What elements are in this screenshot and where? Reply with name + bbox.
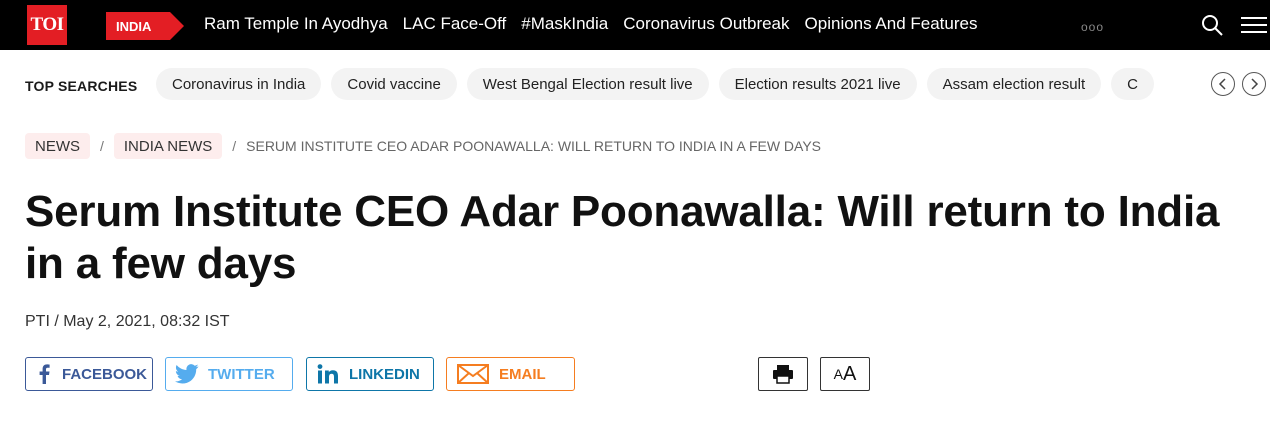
top-search-pill[interactable]: C <box>1111 68 1154 100</box>
toi-logo[interactable]: TOI <box>27 5 67 45</box>
linkedin-share-button[interactable]: LINKEDIN <box>306 357 434 391</box>
nav-links: Ram Temple In Ayodhya LAC Face-Off #Mask… <box>204 14 992 34</box>
top-nav: TOI INDIA Ram Temple In Ayodhya LAC Face… <box>0 0 1270 50</box>
more-nav-icon[interactable]: ooo <box>1081 20 1104 34</box>
font-size-button[interactable]: A A <box>820 357 870 391</box>
breadcrumb-india-news[interactable]: INDIA NEWS <box>113 133 223 159</box>
twitter-label: TWITTER <box>208 365 275 383</box>
chevron-left-icon <box>1218 78 1226 90</box>
scroll-left-button[interactable] <box>1211 72 1235 96</box>
nav-link-ram-temple[interactable]: Ram Temple In Ayodhya <box>204 14 388 34</box>
top-searches-label: TOP SEARCHES <box>25 78 138 94</box>
nav-link-lac-faceoff[interactable]: LAC Face-Off <box>403 14 507 34</box>
top-search-pill[interactable]: Coronavirus in India <box>156 68 322 100</box>
top-search-pill[interactable]: Covid vaccine <box>331 68 457 100</box>
facebook-label: FACEBOOK <box>62 365 148 383</box>
breadcrumb: NEWS / INDIA NEWS / SERUM INSTITUTE CEO … <box>25 133 821 159</box>
print-button[interactable] <box>758 357 808 391</box>
article-byline: PTI / May 2, 2021, 08:32 IST <box>25 313 230 330</box>
search-icon[interactable] <box>1200 13 1224 37</box>
font-size-small-label: A <box>833 366 843 382</box>
breadcrumb-news[interactable]: NEWS <box>25 133 90 159</box>
edition-tag[interactable]: INDIA <box>106 12 184 40</box>
email-icon <box>447 364 499 384</box>
printer-icon <box>773 365 793 384</box>
top-search-pill[interactable]: Assam election result <box>926 68 1102 100</box>
facebook-icon <box>26 364 62 384</box>
top-search-pill[interactable]: West Bengal Election result live <box>466 68 709 100</box>
scroll-right-button[interactable] <box>1242 72 1266 96</box>
edition-label[interactable]: INDIA <box>106 12 170 40</box>
email-label: EMAIL <box>499 365 546 383</box>
chevron-right-icon <box>1251 78 1259 90</box>
breadcrumb-current: SERUM INSTITUTE CEO ADAR POONAWALLA: WIL… <box>246 138 822 154</box>
twitter-icon <box>166 364 208 384</box>
breadcrumb-separator: / <box>100 138 104 154</box>
facebook-share-button[interactable]: FACEBOOK <box>25 357 153 391</box>
top-searches-list: Coronavirus in India Covid vaccine West … <box>156 68 1196 100</box>
linkedin-label: LINKEDIN <box>349 365 420 383</box>
hamburger-menu-icon[interactable] <box>1241 15 1267 35</box>
article-headline: Serum Institute CEO Adar Poonawalla: Wil… <box>25 187 1220 288</box>
nav-link-maskindia[interactable]: #MaskIndia <box>521 14 608 34</box>
twitter-share-button[interactable]: TWITTER <box>165 357 293 391</box>
email-share-button[interactable]: EMAIL <box>446 357 575 391</box>
nav-link-coronavirus[interactable]: Coronavirus Outbreak <box>623 14 789 34</box>
edition-arrow <box>170 12 184 40</box>
nav-link-opinions[interactable]: Opinions And Features <box>805 14 978 34</box>
linkedin-icon <box>307 364 349 384</box>
font-size-large-label: A <box>843 362 857 385</box>
breadcrumb-separator: / <box>232 138 237 154</box>
top-search-pill[interactable]: Election results 2021 live <box>718 68 917 100</box>
